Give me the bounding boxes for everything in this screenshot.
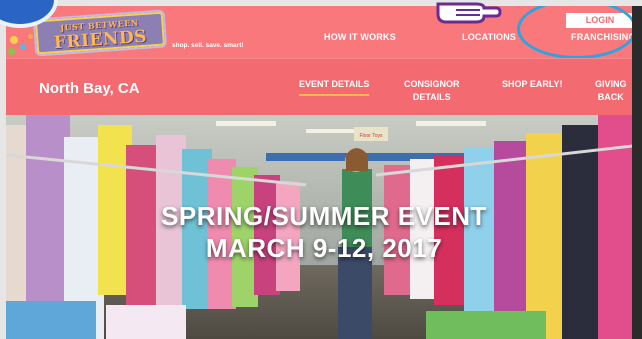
tab-consignor-details[interactable]: CONSIGNOR DETAILS [404,78,460,104]
annotation-ellipse [517,6,637,59]
window-edge [632,6,642,339]
hero-title-line-1: SPRING/SUMMER EVENT [161,201,487,231]
tab-consignor-line-1: CONSIGNOR [404,79,460,89]
floor-toys-sign-text: Floor Toys [360,133,383,139]
tab-giving-back[interactable]: GIVING BACK [595,78,627,104]
city-title: North Bay, CA [39,80,140,97]
tab-giving-line-2: BACK [597,92,624,102]
tagline: shop. sell. save. smart! [172,42,244,49]
hero-title-line-2: MARCH 9-12, 2017 [205,233,443,263]
site-logo[interactable]: JUST BETWEEN FRIENDS [32,9,168,57]
top-navigation-bar: JUST BETWEEN FRIENDS shop. sell. save. s… [6,6,642,59]
tab-shop-early-label: SHOP EARLY! [502,79,563,89]
tab-shop-early[interactable]: SHOP EARLY! [502,78,563,91]
nav-how-it-works[interactable]: HOW IT WORKS [324,32,396,42]
hero-banner: Floor Toys SPRING/SUMMER EVENT MARCH 9-1… [6,115,642,339]
tab-event-details-label: EVENT DETAILS [299,79,370,89]
nav-locations[interactable]: LOCATIONS [462,32,516,42]
browser-viewport: JUST BETWEEN FRIENDS shop. sell. save. s… [6,6,642,339]
tab-consignor-line-2: DETAILS [412,92,451,102]
tab-giving-line-1: GIVING [595,79,627,89]
pointing-hand-icon [436,2,502,24]
event-navigation-bar: North Bay, CA EVENT DETAILS CONSIGNOR DE… [6,58,642,115]
tab-event-details[interactable]: EVENT DETAILS [299,78,370,96]
